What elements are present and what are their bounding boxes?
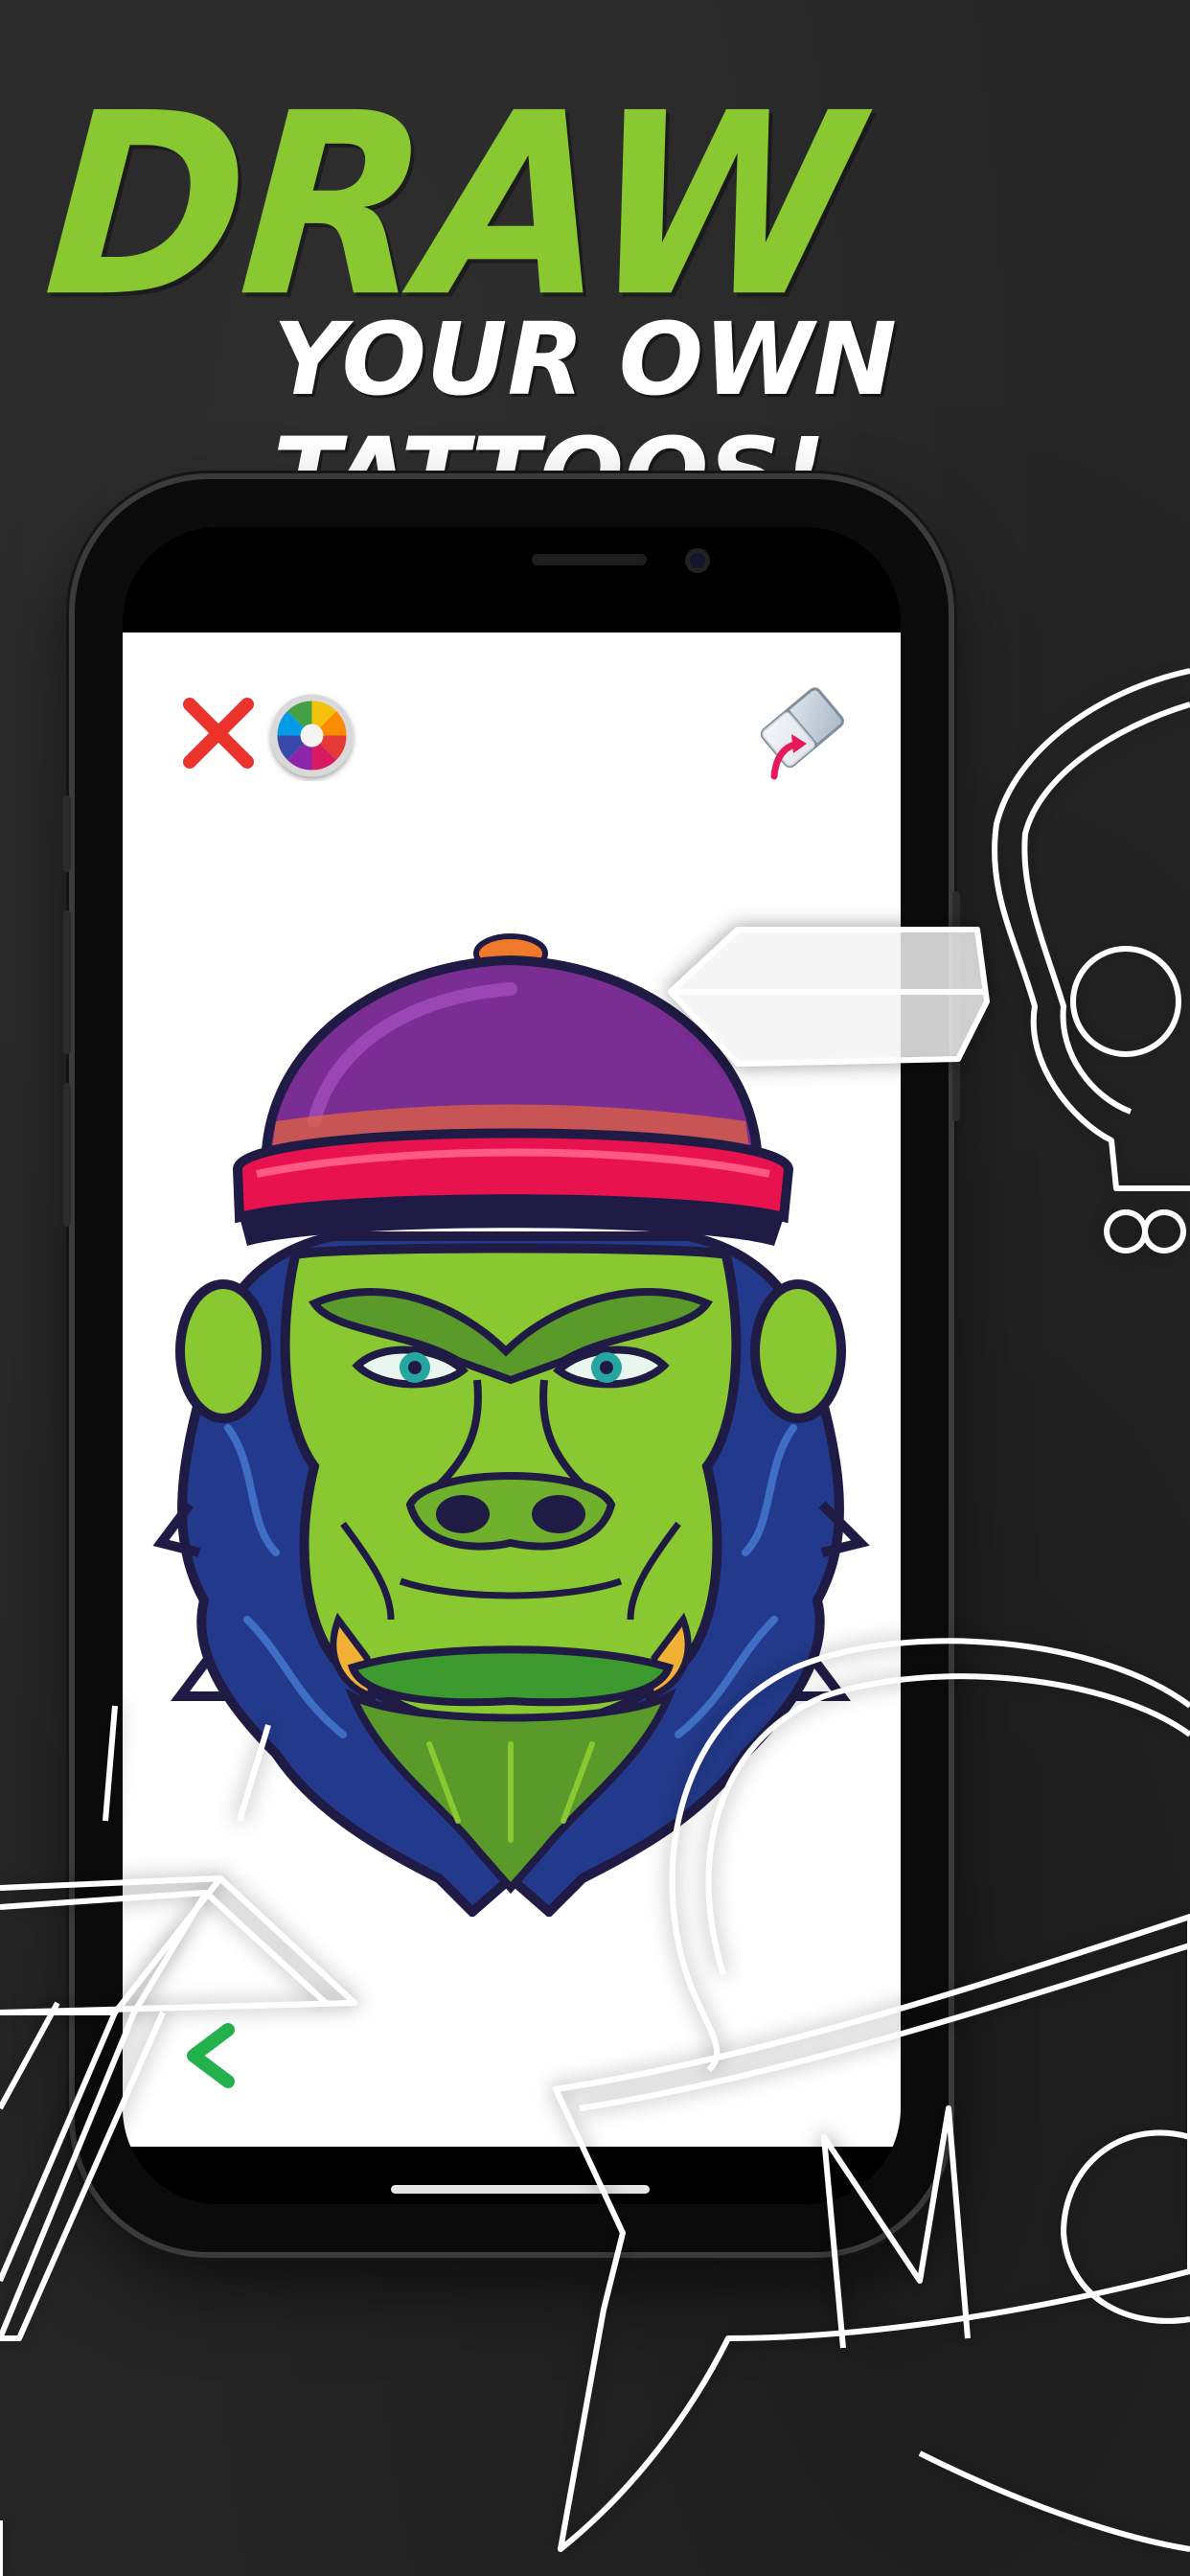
phone-mockup xyxy=(63,479,960,2252)
close-button[interactable] xyxy=(175,690,262,776)
drawing-canvas[interactable] xyxy=(123,632,901,2147)
undo-arrow-icon xyxy=(187,2023,235,2088)
phone-power-button xyxy=(952,891,960,1121)
color-palette-button[interactable] xyxy=(266,690,357,781)
undo-button[interactable] xyxy=(172,2012,259,2099)
phone-volume-down xyxy=(63,1083,71,1227)
home-indicator xyxy=(391,2185,650,2194)
gorilla-tattoo-illustration xyxy=(152,933,870,1917)
headline: DRAW YOUR OWN TATTOOS! xyxy=(37,59,1169,532)
speaker-grille xyxy=(532,554,647,565)
phone-volume-up xyxy=(63,910,71,1054)
phone-screen xyxy=(123,527,901,2204)
front-camera xyxy=(685,548,710,573)
phone-mute-switch xyxy=(63,795,71,872)
headline-main: DRAW xyxy=(37,58,863,353)
eraser-icon xyxy=(760,687,844,780)
phone-notch xyxy=(374,527,824,623)
close-icon xyxy=(183,698,254,769)
color-palette-icon xyxy=(270,694,354,777)
eraser-button[interactable] xyxy=(745,671,860,786)
